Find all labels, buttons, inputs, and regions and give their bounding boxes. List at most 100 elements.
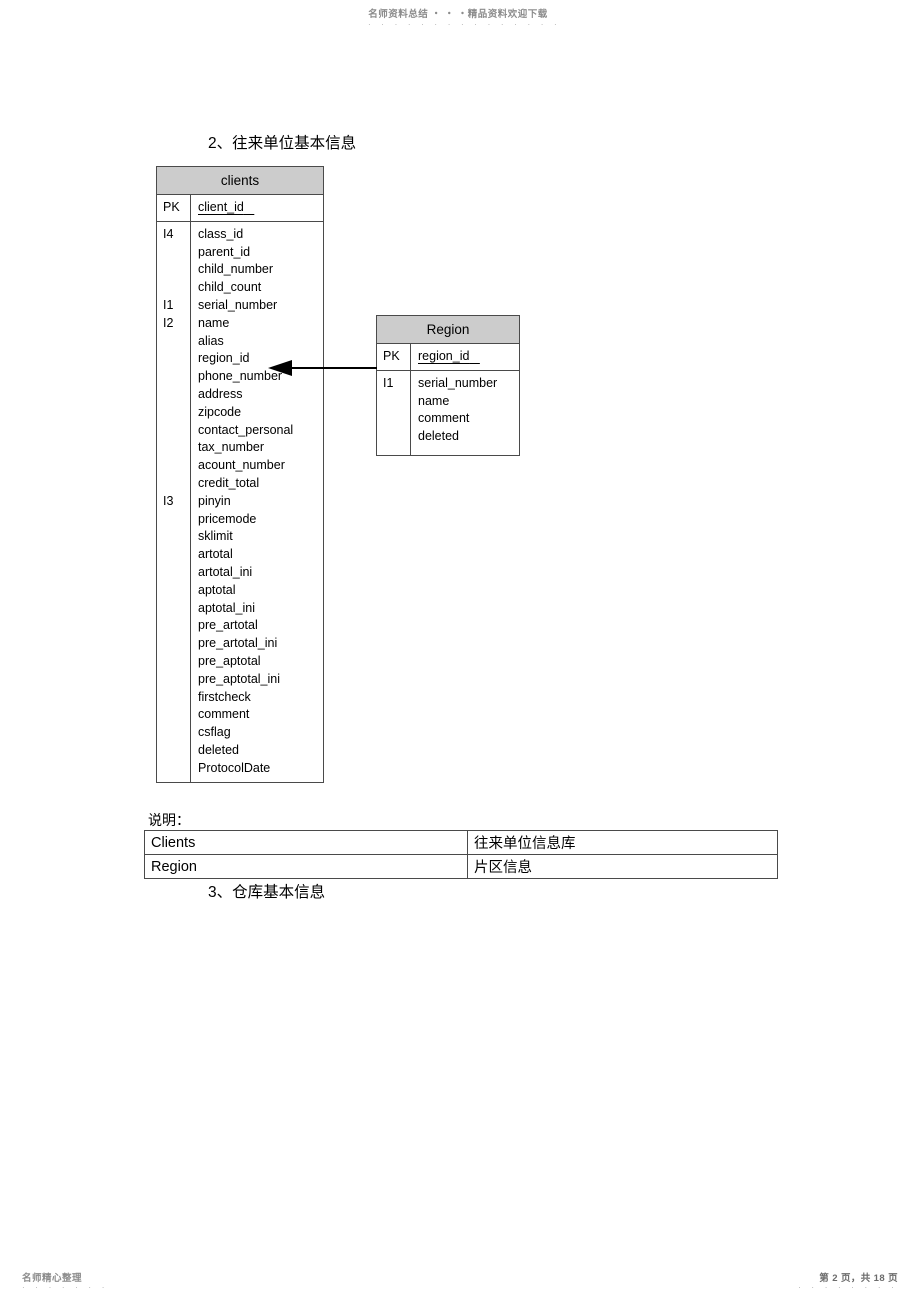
entity-region-field-2: comment — [418, 411, 470, 426]
entity-clients-field-8: phone_number — [198, 369, 283, 384]
entity-clients-field-3: child_count — [198, 280, 262, 295]
entity-clients-field-22: pre_artotal — [198, 618, 258, 633]
entity-clients-key-12 — [163, 439, 190, 457]
entity-region-key-3 — [383, 428, 410, 446]
legend-label: 说明： — [148, 812, 190, 828]
entity-clients-pk-fieldcol: client_id — [191, 195, 323, 221]
entity-clients-key-1 — [163, 244, 190, 262]
entity-clients-field-7: region_id — [198, 351, 250, 366]
entity-clients-field-25: pre_aptotal_ini — [198, 671, 281, 686]
entity-clients-field-12: tax_number — [198, 440, 265, 455]
entity-clients-key-8 — [163, 368, 190, 386]
legend-table: Clients 往来单位信息库 Region 片区信息 — [144, 830, 778, 879]
entity-clients-field-11: contact_personal — [198, 422, 294, 437]
entity-clients-fields-section: I4 I1 I2 I3 class_id parent_id child_numberch… — [157, 221, 323, 782]
entity-region-field-1: name — [418, 393, 450, 408]
entity-region-key-1 — [383, 393, 410, 411]
entity-clients: clients PK client_id I4 I1 I2 I3 class_id pa… — [156, 166, 324, 783]
entity-clients-keycol: I4 I1 I2 I3 — [157, 221, 191, 782]
entity-clients-key-15: I3 — [163, 493, 174, 508]
entity-clients-field-29: deleted — [198, 742, 240, 757]
entity-region-pk-section: PK region_id — [377, 344, 519, 371]
legend-description-1: 片区信息 — [467, 854, 778, 879]
entity-clients-key-7 — [163, 350, 190, 368]
entity-region-keycol: I1 — [377, 370, 411, 455]
entity-clients-key-5: I2 — [163, 315, 174, 330]
entity-clients-key-17 — [163, 528, 190, 546]
entity-clients-key-3 — [163, 279, 190, 297]
entity-clients-key-26 — [163, 689, 190, 707]
entity-clients-key-24 — [163, 653, 190, 671]
entity-clients-field-13: acount_number — [198, 458, 285, 473]
entity-clients-field-20: aptotal — [198, 582, 236, 597]
entity-clients-key-4: I1 — [163, 297, 174, 312]
entity-clients-field-24: pre_aptotal — [198, 653, 261, 668]
entity-clients-key-25 — [163, 671, 190, 689]
entity-region-pk-field: region_id — [418, 349, 470, 363]
entity-clients-field-5: name — [198, 315, 230, 330]
entity-clients-key-2 — [163, 261, 190, 279]
entity-clients-key-16 — [163, 511, 190, 529]
section-heading-2: 2、往来单位基本信息 — [208, 135, 357, 152]
entity-clients-pk-section: PK client_id — [157, 195, 323, 222]
relationship-line-region-to-clients — [291, 367, 377, 369]
entity-clients-field-14: credit_total — [198, 475, 260, 490]
entity-region-fields-section: I1 serial_numbername comment deleted — [377, 370, 519, 455]
entity-region-field-0: serial_number — [418, 375, 498, 390]
entity-clients-field-0: class_id — [198, 226, 244, 241]
entity-clients-key-13 — [163, 457, 190, 475]
legend-table-name-1: Region — [144, 854, 468, 879]
legend-row: Clients 往来单位信息库 — [144, 830, 778, 855]
entity-clients-key-18 — [163, 546, 190, 564]
entity-region-fieldcol: serial_numbername comment deleted — [411, 371, 519, 455]
entity-clients-key-21 — [163, 600, 190, 618]
entity-clients-field-6: alias — [198, 333, 224, 348]
entity-clients-key-22 — [163, 617, 190, 635]
entity-clients-pk-keycol: PK — [157, 195, 191, 221]
entity-clients-field-28: csflag — [198, 725, 231, 740]
entity-clients-key-19 — [163, 564, 190, 582]
page-number-dots: · · · · · · · · — [798, 1283, 898, 1292]
entity-clients-field-1: parent_id — [198, 244, 251, 259]
entity-clients-key-0: I4 — [163, 226, 174, 241]
entity-region-field-3: deleted — [418, 429, 460, 444]
entity-clients-field-10: zipcode — [198, 404, 242, 419]
entity-clients-field-15: pinyin — [198, 493, 231, 508]
entity-clients-field-26: firstcheck — [198, 689, 251, 704]
section-heading-3: 3、仓库基本信息 — [208, 884, 326, 901]
entity-clients-pk-field: client_id — [198, 200, 244, 214]
watermark-top-dots: · · · · · · · · · · · · · · · — [368, 20, 561, 29]
page-number: 第 2 页，共 18 页 — [819, 1273, 898, 1284]
entity-clients-key-20 — [163, 582, 190, 600]
entity-clients-field-18: artotal — [198, 547, 233, 562]
watermark-top: 名师资料总结 ‧ ‧ ‧精品资料欢迎下载 — [368, 9, 548, 20]
entity-region-key-2 — [383, 410, 410, 428]
entity-clients-field-9: address — [198, 386, 243, 401]
legend-row: Region 片区信息 — [144, 854, 778, 879]
legend-table-name-0: Clients — [144, 830, 468, 855]
entity-clients-field-30: ProtocolDate — [198, 760, 271, 775]
entity-clients-field-4: serial_number — [198, 297, 278, 312]
entity-region: Region PK region_id I1 serial_numbername… — [376, 315, 520, 456]
entity-region-title: Region — [377, 316, 519, 344]
entity-clients-key-27 — [163, 706, 190, 724]
entity-clients-key-6 — [163, 333, 190, 351]
entity-region-pk-keycol: PK — [377, 344, 411, 370]
entity-clients-key-28 — [163, 724, 190, 742]
entity-region-pk-fieldcol: region_id — [411, 344, 519, 370]
entity-region-key-0: I1 — [383, 375, 394, 390]
entity-clients-key-10 — [163, 404, 190, 422]
entity-clients-key-23 — [163, 635, 190, 653]
entity-clients-key-30 — [163, 760, 190, 778]
entity-clients-field-2: child_number — [198, 262, 274, 277]
arrow-left-icon — [268, 360, 292, 376]
entity-clients-fieldcol: class_id parent_id child_number child_count… — [191, 222, 323, 782]
entity-clients-key-11 — [163, 422, 190, 440]
entity-region-pk-key: PK — [383, 349, 400, 363]
entity-clients-field-27: comment — [198, 707, 250, 722]
entity-clients-key-14 — [163, 475, 190, 493]
entity-clients-field-23: pre_artotal_ini — [198, 636, 278, 651]
entity-clients-field-17: sklimit — [198, 529, 233, 544]
entity-clients-field-16: pricemode — [198, 511, 257, 526]
watermark-footer-dots: · · · · · · · — [22, 1283, 109, 1292]
